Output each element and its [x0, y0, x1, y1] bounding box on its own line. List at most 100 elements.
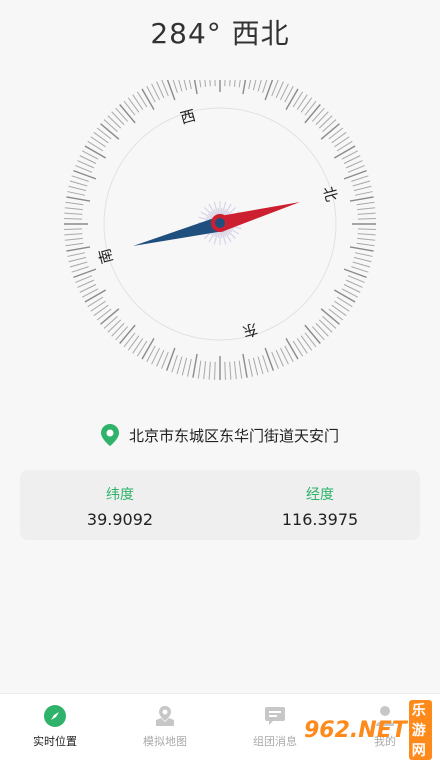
dial-tick	[248, 71, 253, 90]
dial-tick	[328, 127, 344, 140]
dial-tick	[111, 111, 125, 126]
dial-tick	[141, 88, 155, 111]
dial-tick	[331, 304, 347, 317]
longitude-value: 116.3975	[281, 510, 359, 529]
needle-north	[220, 202, 300, 231]
dial-tick	[322, 119, 337, 133]
dial-tick	[90, 136, 106, 148]
dial-tick	[304, 100, 317, 116]
dial-tick	[71, 266, 89, 273]
south-label: 南	[95, 246, 116, 265]
dial-tick	[197, 69, 202, 88]
dial-tick	[96, 308, 112, 321]
dial-tick	[300, 97, 313, 113]
dial-tick	[68, 256, 87, 263]
dial-tick	[349, 196, 374, 202]
dial-tick	[322, 315, 337, 329]
dial-tick	[132, 94, 144, 110]
dial-tick	[132, 338, 144, 354]
dial-tick	[64, 228, 83, 230]
coordinates-card: 纬度 39.9092 经度 116.3975	[20, 470, 420, 540]
dial-tick	[71, 175, 89, 182]
dial-tick	[115, 326, 129, 341]
dial-tick	[107, 319, 122, 333]
dial-tick	[252, 357, 259, 376]
dial-tick	[161, 79, 169, 97]
compass: 西 北 南 东	[60, 68, 380, 380]
dial-tick	[242, 353, 248, 378]
dial-tick	[351, 175, 369, 182]
dial-tick	[311, 326, 325, 341]
dial-tick	[64, 237, 83, 241]
site-watermark: 962.NET 乐游网	[304, 700, 432, 760]
dial-tick	[75, 165, 93, 173]
dial-tick	[242, 70, 248, 95]
dial-tick	[304, 324, 321, 344]
dial-tick	[66, 246, 91, 252]
dial-tick	[123, 100, 136, 116]
dial-tick	[67, 191, 86, 196]
dial-tick	[224, 68, 226, 87]
dial-tick	[353, 256, 372, 263]
heading-readout: 284° 西北	[0, 12, 440, 52]
dial-tick	[347, 165, 365, 173]
dial-tick	[285, 88, 299, 111]
dial-tick	[181, 72, 188, 91]
dial-tick	[75, 275, 93, 283]
dial-tick	[285, 337, 299, 360]
dial-tick	[238, 360, 243, 379]
dial-tick	[66, 196, 91, 202]
location-address: 北京市东城区东华门街道天安门	[128, 426, 339, 445]
dial-tick	[119, 324, 136, 344]
dial-tick	[111, 322, 125, 337]
dial-tick	[65, 201, 84, 206]
dial-tick	[197, 360, 202, 379]
dial-tick	[357, 237, 376, 241]
dial-tick	[248, 358, 253, 377]
dial-tick	[353, 185, 372, 192]
latitude-value: 39.9092	[86, 510, 154, 529]
dial-tick	[233, 361, 237, 380]
dial-tick	[161, 351, 169, 369]
dial-tick	[127, 335, 140, 351]
dial-tick	[331, 131, 347, 144]
dial-tick	[333, 289, 356, 303]
dial-tick	[262, 355, 269, 373]
compass-dial: 西 北 南 东	[64, 68, 376, 380]
nav-item-realtime-location[interactable]: 实时位置	[0, 694, 110, 760]
dial-tick	[296, 94, 308, 110]
dial-tick	[257, 73, 264, 92]
compass-icon	[44, 705, 66, 727]
dial-tick	[354, 191, 373, 196]
dial-tick	[165, 77, 176, 101]
dial-tick	[103, 315, 118, 329]
dial-tick	[357, 218, 376, 220]
dial-tick	[257, 356, 264, 375]
nav-label-simulated-map: 模拟地图	[143, 735, 187, 748]
dial-tick	[100, 308, 120, 325]
dial-tick	[271, 351, 279, 369]
dial-tick	[84, 145, 107, 159]
dial-tick	[328, 308, 344, 321]
watermark-text: 962.NET	[304, 717, 407, 743]
dial-tick	[176, 73, 183, 92]
longitude-label: 经度	[306, 487, 334, 503]
dial-tick	[318, 115, 333, 129]
dial-tick	[93, 131, 109, 144]
north-label: 北	[319, 184, 340, 203]
dial-tick	[304, 332, 317, 348]
dial-tick	[203, 68, 207, 87]
dial-tick	[208, 68, 211, 87]
location-row: 北京市东城区东华门街道天安门	[0, 424, 440, 446]
dial-tick	[238, 69, 243, 88]
nav-item-simulated-map[interactable]: 模拟地图	[110, 694, 220, 760]
dial-tick	[356, 242, 375, 247]
dial-tick	[271, 79, 279, 97]
dial-tick	[357, 207, 376, 211]
dial-tick	[357, 233, 376, 236]
dial-tick	[320, 123, 340, 140]
dial-tick	[229, 361, 232, 380]
dial-tick	[119, 104, 136, 124]
dial-tick	[334, 136, 350, 148]
dial-tick	[315, 111, 329, 126]
